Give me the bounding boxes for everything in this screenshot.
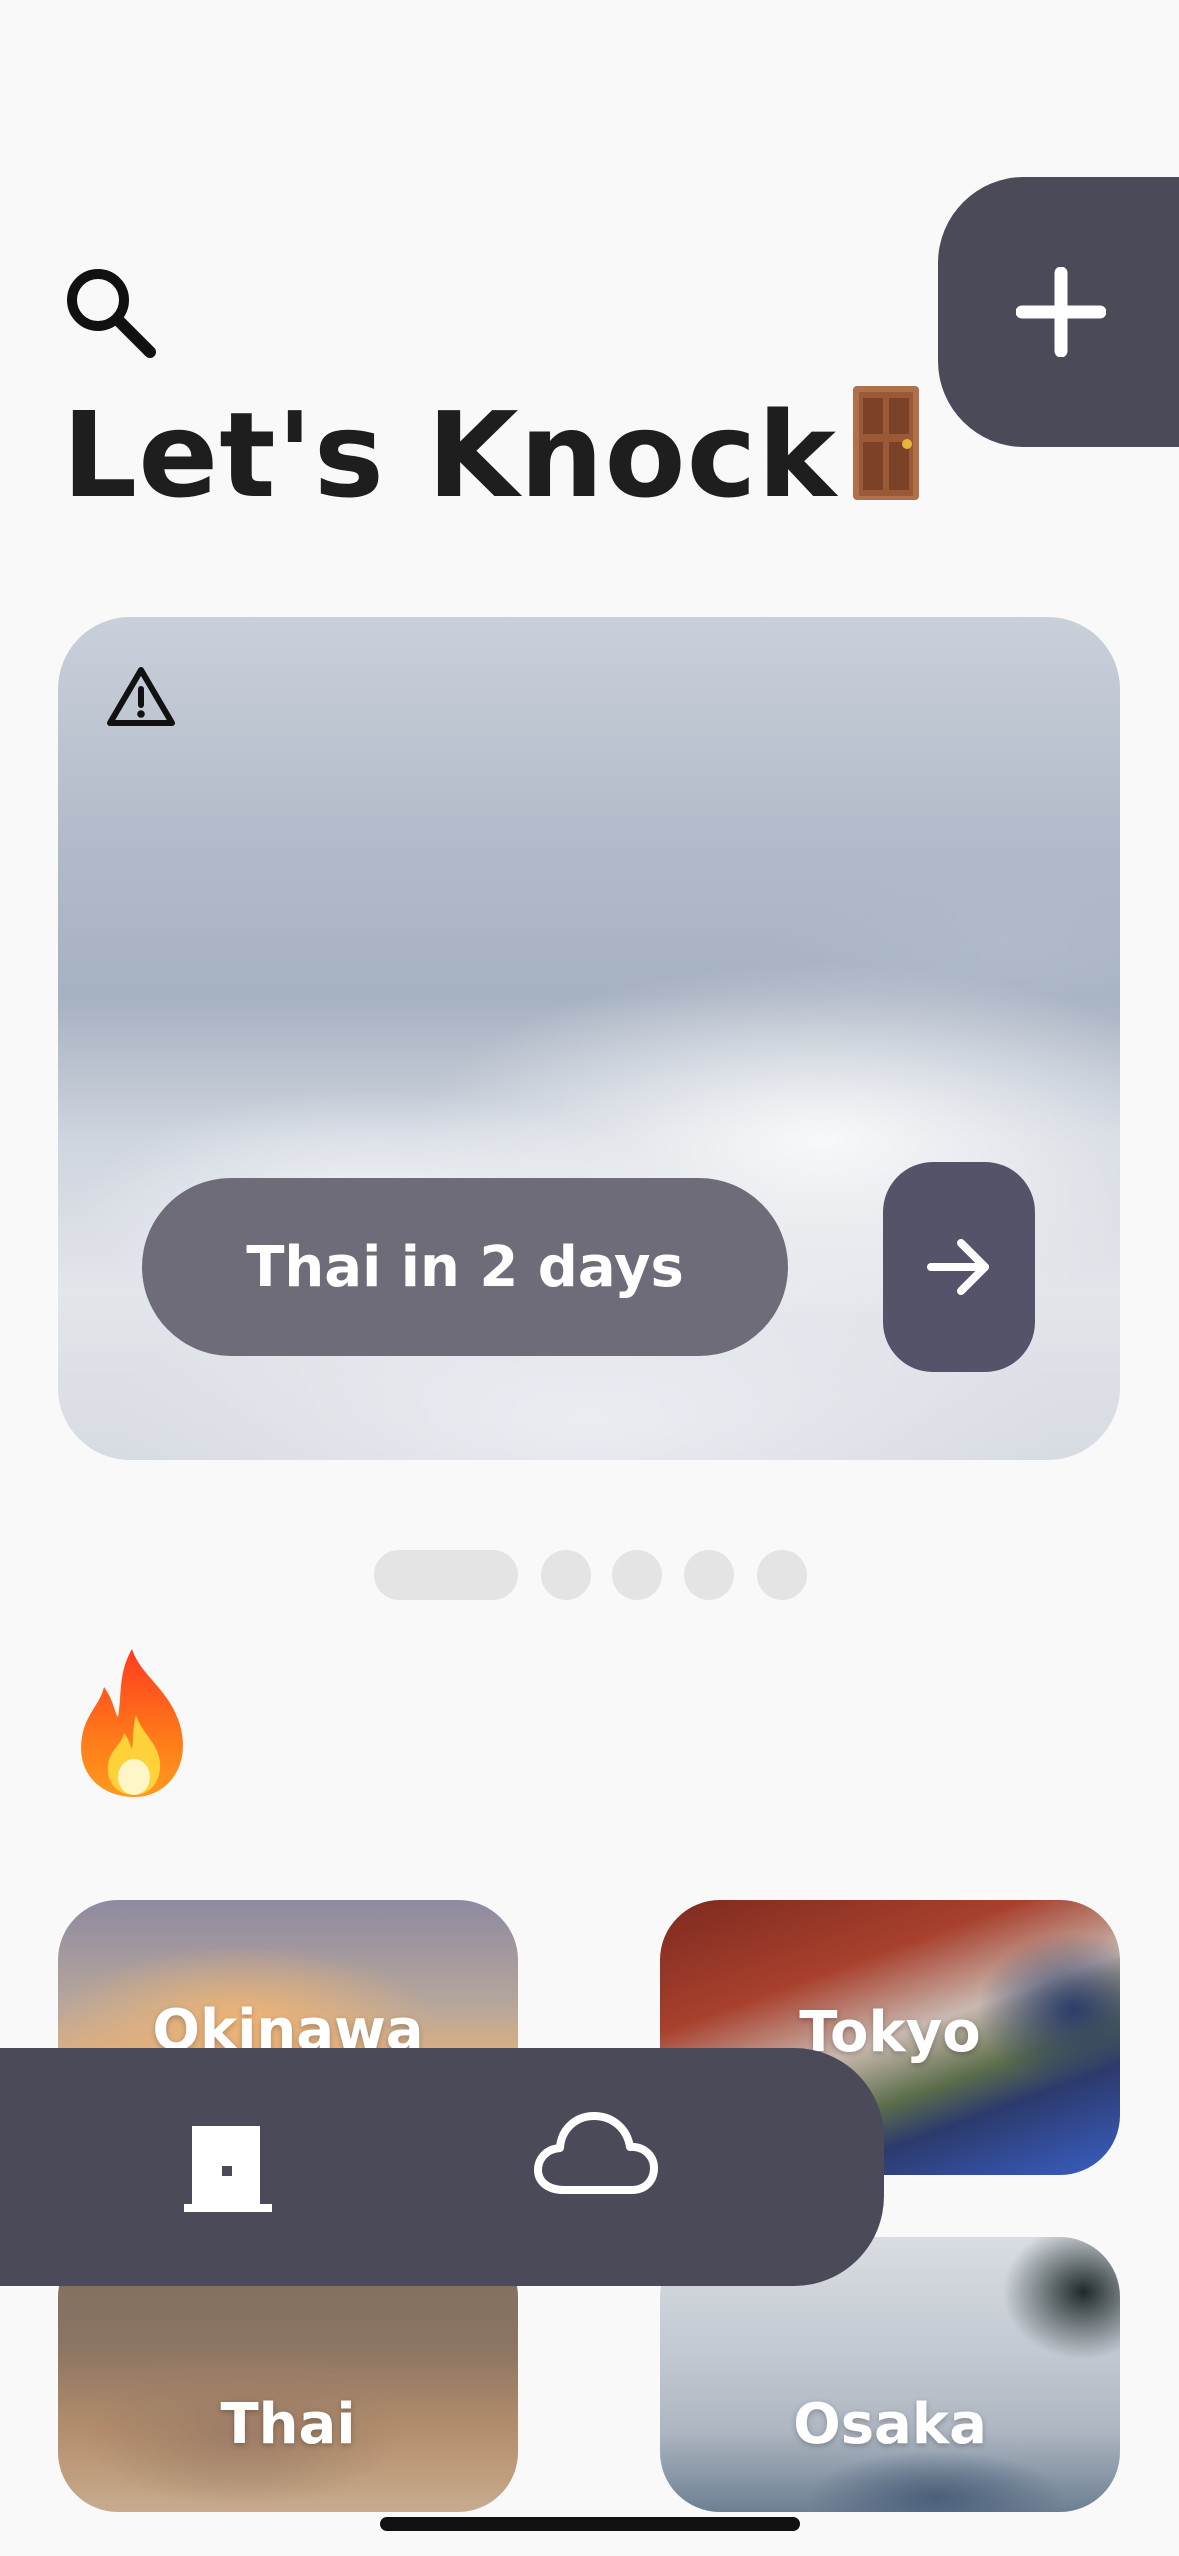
page-title: Let's Knock (62, 380, 921, 530)
bottom-tab-bar (0, 2048, 884, 2286)
home-indicator[interactable] (380, 2517, 800, 2531)
trip-countdown-pill[interactable]: Thai in 2 days (142, 1178, 788, 1356)
arrow-right-icon (927, 1239, 989, 1295)
city-name: Osaka (793, 2392, 987, 2457)
carousel-dot[interactable] (541, 1550, 591, 1600)
carousel-dot[interactable] (612, 1550, 662, 1600)
search-button[interactable] (58, 262, 158, 362)
plus-icon (1016, 267, 1106, 357)
city-name: Thai (220, 2392, 356, 2457)
carousel-dot-active[interactable] (374, 1550, 518, 1600)
door-icon (184, 2126, 272, 2212)
tab-weather[interactable] (534, 2110, 658, 2196)
warning-icon[interactable] (106, 665, 176, 727)
hero-card[interactable]: Thai in 2 days (58, 617, 1120, 1460)
door-emoji-icon (853, 386, 920, 500)
search-icon (67, 269, 156, 358)
page-title-text: Let's Knock (62, 386, 838, 524)
cloud-icon (534, 2112, 658, 2194)
trip-countdown-label: Thai in 2 days (246, 1234, 684, 1300)
carousel-dot[interactable] (684, 1550, 734, 1600)
carousel-dot[interactable] (757, 1550, 807, 1600)
open-trip-button[interactable] (883, 1162, 1035, 1372)
add-button[interactable] (938, 177, 1179, 447)
fire-icon (81, 1649, 183, 1797)
tab-home[interactable] (182, 2120, 274, 2212)
carousel-indicator (0, 1550, 1179, 1600)
